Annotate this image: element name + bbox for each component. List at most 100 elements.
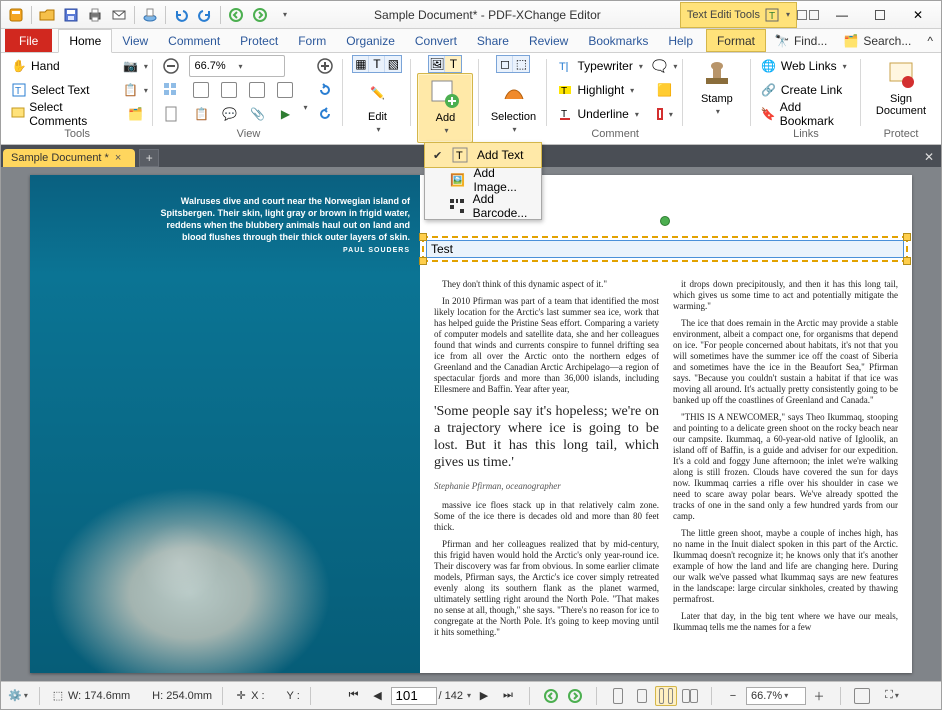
menu-add-image[interactable]: 🖼️ Add Image... [425, 167, 541, 193]
next-view-icon[interactable] [249, 4, 271, 26]
resize-handle-ne[interactable] [903, 233, 911, 241]
selection-button[interactable]: Selection▾ [485, 73, 541, 143]
highlight-tool[interactable]: THighlight▾ [553, 79, 646, 101]
document-area[interactable]: Walruses dive and court near the Norwegi… [1, 167, 941, 681]
single-page-button[interactable] [607, 685, 629, 707]
zoom-in-sb-button[interactable]: ＋ [808, 685, 830, 707]
rotate-ccw-icon[interactable] [313, 79, 337, 101]
document-tab[interactable]: Sample Document * × [3, 149, 135, 167]
thumbnails-icon[interactable] [159, 79, 183, 101]
attach-file-icon[interactable]: 📎 [245, 103, 269, 125]
mini-frame-icon[interactable] [797, 10, 807, 20]
sticky-note-tool[interactable]: 🗨️▾ [653, 55, 677, 77]
zoom-combo[interactable]: 66.7%▾ [746, 687, 806, 705]
add-mode-selector[interactable]: 🖼 T [428, 55, 462, 73]
stamp-tool-small[interactable]: 🟨 [653, 79, 677, 101]
qat-dropdown-icon[interactable]: ▾ [273, 4, 295, 26]
menu-add-text[interactable]: ✔T Add Text [424, 142, 542, 168]
fit-page-icon[interactable] [217, 79, 241, 101]
hand-tool[interactable]: ✋Hand [7, 55, 117, 77]
tab-organize[interactable]: Organize [336, 29, 405, 52]
tab-file[interactable]: File [5, 29, 52, 52]
open-icon[interactable] [36, 4, 58, 26]
sign-document-button[interactable]: Sign Document [867, 55, 935, 125]
find-button[interactable]: 🔭Find... [766, 29, 835, 52]
zoom-in-button[interactable] [313, 55, 337, 77]
add-text-mode-icon[interactable]: T [445, 56, 461, 72]
next-page-button[interactable]: ▶ [473, 685, 495, 707]
close-all-tabs-button[interactable]: ✕ [917, 147, 941, 167]
scan-icon[interactable] [139, 4, 161, 26]
menu-add-barcode[interactable]: Add Barcode... [425, 193, 541, 219]
app-menu-icon[interactable] [5, 4, 27, 26]
two-page-button[interactable] [655, 686, 677, 706]
search-button[interactable]: 🗂️Search... [835, 29, 919, 52]
tab-home[interactable]: Home [58, 29, 112, 53]
create-link-button[interactable]: 🔗Create Link [757, 79, 855, 101]
select-comments-tool[interactable]: Select Comments [7, 103, 117, 125]
edit-text-icon[interactable]: T [369, 56, 385, 72]
clipboard-paste-icon[interactable]: 📋 [189, 103, 213, 125]
sel-bounds-icon[interactable]: ◻ [497, 56, 513, 72]
new-tab-button[interactable]: + [139, 149, 159, 167]
two-page-continuous-button[interactable] [679, 685, 701, 707]
resize-handle-sw[interactable] [419, 257, 427, 265]
rotate-cw-icon[interactable] [313, 103, 337, 125]
last-page-button[interactable]: ⏭ [497, 685, 519, 707]
selection-mode-selector[interactable]: ◻ ⬚ [496, 55, 530, 73]
web-links-button[interactable]: 🌐Web Links▾ [757, 55, 855, 77]
undo-icon[interactable] [170, 4, 192, 26]
tab-format[interactable]: Format [706, 29, 766, 52]
snapshot-tool[interactable]: 📷▾ [123, 55, 147, 77]
stamp-button[interactable]: Stamp▾ [689, 55, 745, 125]
zoom-out-button[interactable] [159, 55, 183, 77]
actual-size-icon[interactable] [189, 79, 213, 101]
prev-page-button[interactable]: ◀ [367, 685, 389, 707]
tab-help[interactable]: Help [658, 29, 703, 52]
minimize-button[interactable]: — [823, 2, 861, 28]
redo-icon[interactable] [194, 4, 216, 26]
tab-bookmarks[interactable]: Bookmarks [578, 29, 658, 52]
tab-comment[interactable]: Comment [158, 29, 230, 52]
note-icon[interactable]: 💬 [217, 103, 241, 125]
add-bookmark-button[interactable]: 🔖Add Bookmark [757, 103, 855, 125]
edit-all-icon[interactable]: ▦ [353, 56, 369, 72]
fit-page-sb-button[interactable] [851, 685, 873, 707]
edit-button[interactable]: ✏️ Edit▾ [349, 73, 405, 143]
tab-form[interactable]: Form [288, 29, 336, 52]
tab-protect[interactable]: Protect [230, 29, 288, 52]
continuous-button[interactable] [631, 685, 653, 707]
tab-convert[interactable]: Convert [405, 29, 467, 52]
underline-tool[interactable]: TUnderline▾ [553, 103, 646, 125]
prev-view-icon[interactable] [225, 4, 247, 26]
tab-share[interactable]: Share [467, 29, 519, 52]
doc-icon[interactable] [159, 103, 183, 125]
clipboard-tool[interactable]: 📋▾ [123, 79, 147, 101]
resize-handle-se[interactable] [903, 257, 911, 265]
add-image-mode-icon[interactable]: 🖼 [429, 56, 445, 72]
typewriter-tool[interactable]: TTypewriter▾ [553, 55, 646, 77]
play-icon[interactable]: ▶ [273, 103, 297, 125]
add-button[interactable]: Add▾ [417, 73, 473, 143]
zoom-out-sb-button[interactable]: − [722, 685, 744, 707]
text-edit-overlay[interactable] [422, 236, 908, 262]
zoom-percent-combo[interactable]: 66.7%▾ [189, 55, 285, 77]
preferences-button[interactable]: 🗂️ [123, 103, 147, 125]
rotation-handle[interactable] [660, 216, 670, 226]
shape-tool[interactable]: ▾ [653, 103, 677, 125]
tab-view[interactable]: View [112, 29, 158, 52]
fit-width-icon[interactable] [245, 79, 269, 101]
select-text-tool[interactable]: TSelect Text [7, 79, 117, 101]
close-button[interactable]: ✕ [899, 2, 937, 28]
history-forward-button[interactable] [564, 685, 586, 707]
first-page-button[interactable]: ⏮ [343, 685, 365, 707]
save-icon[interactable] [60, 4, 82, 26]
fit-visible-icon[interactable] [273, 79, 297, 101]
ribbon-collapse-button[interactable]: ^ [919, 29, 941, 52]
sel-object-icon[interactable]: ⬚ [513, 56, 529, 72]
fullscreen-button[interactable]: ⛶▾ [881, 685, 903, 707]
email-icon[interactable] [108, 4, 130, 26]
tab-review[interactable]: Review [519, 29, 578, 52]
options-gear-icon[interactable]: ⚙️▾ [7, 685, 29, 707]
text-input[interactable] [426, 240, 904, 258]
